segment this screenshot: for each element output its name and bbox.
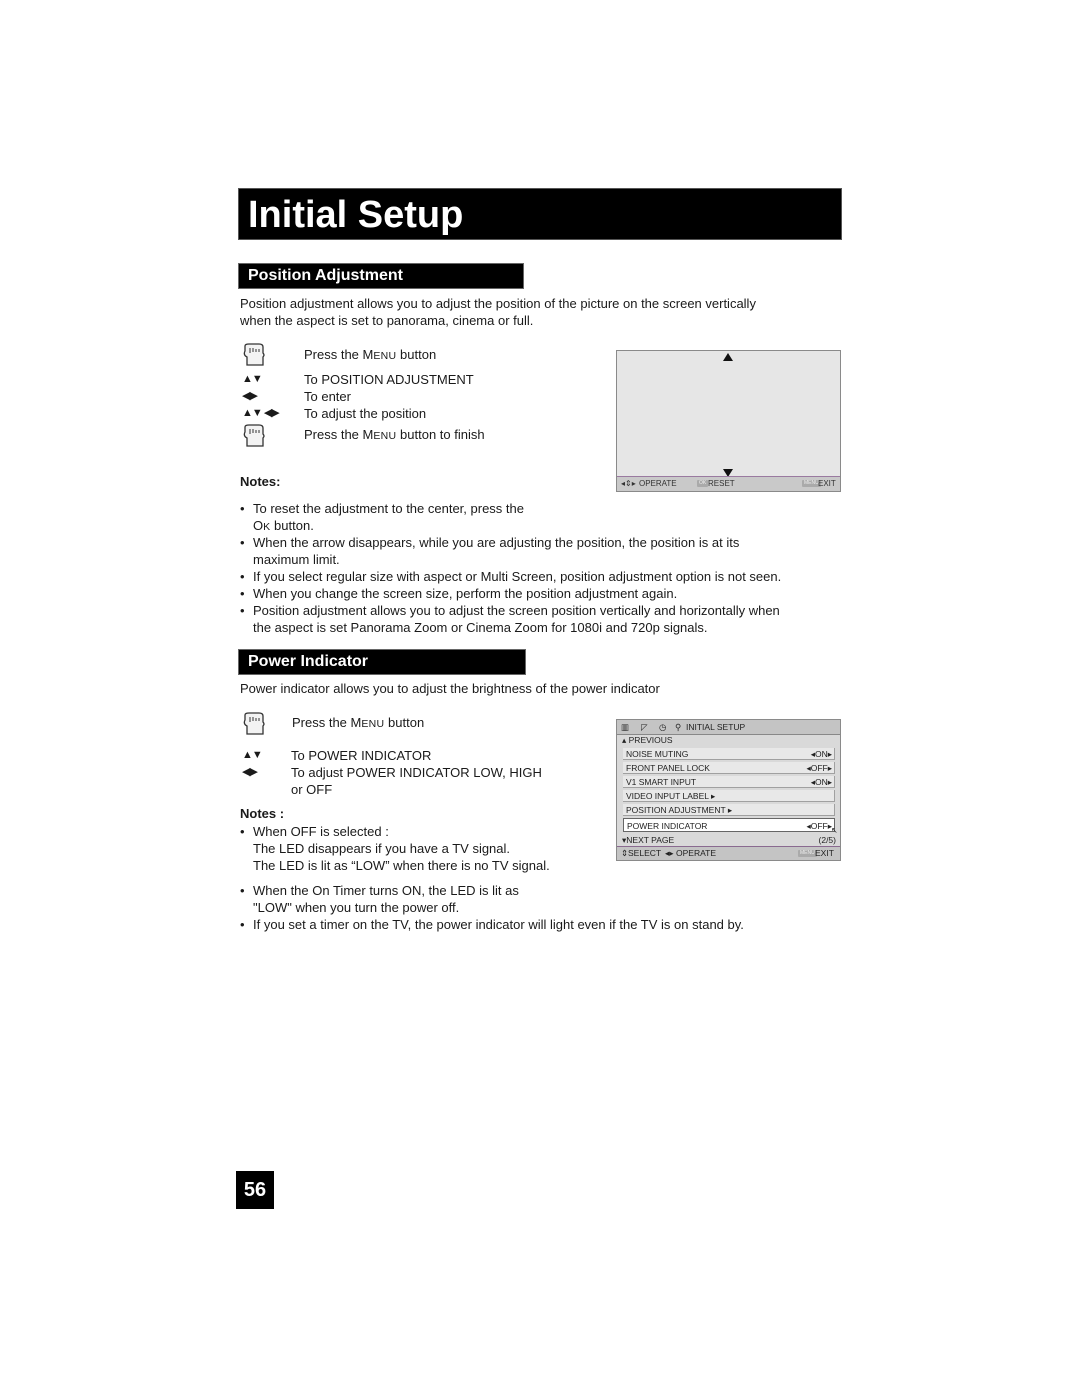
ok-button-icon: OK xyxy=(697,480,709,487)
section-heading-text: Power Indicator xyxy=(248,653,369,670)
page-number: 56 xyxy=(236,1171,274,1209)
menu-tab-setup-icon: ⚲ xyxy=(675,722,682,732)
position-adjustment-screen: ◂⇕▸ OPERATE OK RESET MENU EXIT xyxy=(616,350,841,492)
footer-operate: OPERATE xyxy=(639,479,677,488)
step-adjust-power-indicator: To adjust POWER INDICATOR LOW, HIGH or O… xyxy=(291,765,542,797)
intro-line: when the aspect is set to panorama, cine… xyxy=(240,313,534,328)
footer-exit: EXIT xyxy=(815,848,834,858)
menu-item-v1-smart-input[interactable]: V1 SMART INPUT ◂ON▸ xyxy=(623,776,835,788)
notes-heading: Notes : xyxy=(240,806,285,821)
footer-exit: EXIT xyxy=(818,479,836,488)
step-to-position-adjustment: To POSITION ADJUSTMENT xyxy=(304,372,474,387)
menu-item-power-indicator[interactable]: POWER INDICATOR ◂OFF▸ xyxy=(623,818,835,832)
step-press-menu: Press the MENU button xyxy=(304,347,437,362)
menu-header: ▥ ◸ ◷ ⚲ INITIAL SETUP xyxy=(617,720,840,735)
operate-arrows-icon: ◂▸ xyxy=(665,848,674,858)
menu-item-video-input-label[interactable]: VIDEO INPUT LABEL ▸ xyxy=(623,790,835,802)
menu-tab-clock-icon: ◷ xyxy=(659,722,667,732)
menu-tab-picture-icon: ▥ xyxy=(621,722,630,732)
position-intro: Position adjustment allows you to adjust… xyxy=(240,295,756,329)
notes-heading: Notes: xyxy=(240,474,281,489)
up-down-arrows-icon: ▲▼ xyxy=(242,749,263,761)
menu-previous[interactable]: ▴ PREVIOUS xyxy=(622,735,673,746)
menu-next-page[interactable]: ▾NEXT PAGE xyxy=(622,835,674,846)
arrow-up-icon xyxy=(723,353,733,361)
footer-operate: OPERATE xyxy=(676,848,716,858)
hand-button-icon xyxy=(243,343,265,366)
up-down-arrows-icon: ▲▼ xyxy=(242,373,263,385)
step-adjust-position: To adjust the position xyxy=(304,406,427,421)
menu-button-icon: MENU xyxy=(798,850,817,857)
operate-arrows-icon: ◂⇕▸ xyxy=(621,479,636,488)
menu-item-noise-muting[interactable]: NOISE MUTING ◂ON▸ xyxy=(623,748,835,760)
section-heading-text: Position Adjustment xyxy=(248,267,403,284)
footer-reset: RESET xyxy=(708,479,735,488)
menu-item-position-adjustment[interactable]: POSITION ADJUSTMENT ▸ xyxy=(623,804,835,816)
all-arrows-icon: ▲▼ ◀▶ xyxy=(242,407,280,419)
menu-item-front-panel-lock[interactable]: FRONT PANEL LOCK ◂OFF▸ xyxy=(623,762,835,774)
menu-page-indicator: (2/5) xyxy=(818,835,836,845)
cursor-icon: ↖ xyxy=(831,826,838,835)
hand-button-icon xyxy=(243,712,265,735)
section-heading-position-adjustment: Position Adjustment xyxy=(238,263,524,289)
step-to-power-indicator: To POWER INDICATOR xyxy=(291,748,432,763)
menu-title: INITIAL SETUP xyxy=(686,722,746,732)
step-press-menu-finish: Press the MENU button to finish xyxy=(304,427,485,442)
section-heading-power-indicator: Power Indicator xyxy=(238,649,526,675)
power-intro: Power indicator allows you to adjust the… xyxy=(240,681,660,696)
step-press-menu: Press the MENU button xyxy=(292,715,425,730)
left-right-arrows-icon: ◀▶ xyxy=(242,766,258,778)
footer-select: SELECT xyxy=(628,848,662,858)
initial-setup-menu-screen: ▥ ◸ ◷ ⚲ INITIAL SETUP ▴ PREVIOUS NOISE M… xyxy=(616,719,841,861)
hand-button-icon xyxy=(243,424,265,447)
page-title-bar: Initial Setup xyxy=(238,188,842,240)
page-title: Initial Setup xyxy=(248,194,464,236)
screen-footer: ◂⇕▸ OPERATE OK RESET MENU EXIT xyxy=(617,476,840,491)
menu-tab-audio-icon: ◸ xyxy=(641,722,648,732)
step-to-enter: To enter xyxy=(304,389,351,404)
left-right-arrows-icon: ◀▶ xyxy=(242,390,258,402)
intro-line: Position adjustment allows you to adjust… xyxy=(240,296,756,311)
menu-footer: ⇕ SELECT ◂▸ OPERATE MENU EXIT xyxy=(617,846,840,860)
